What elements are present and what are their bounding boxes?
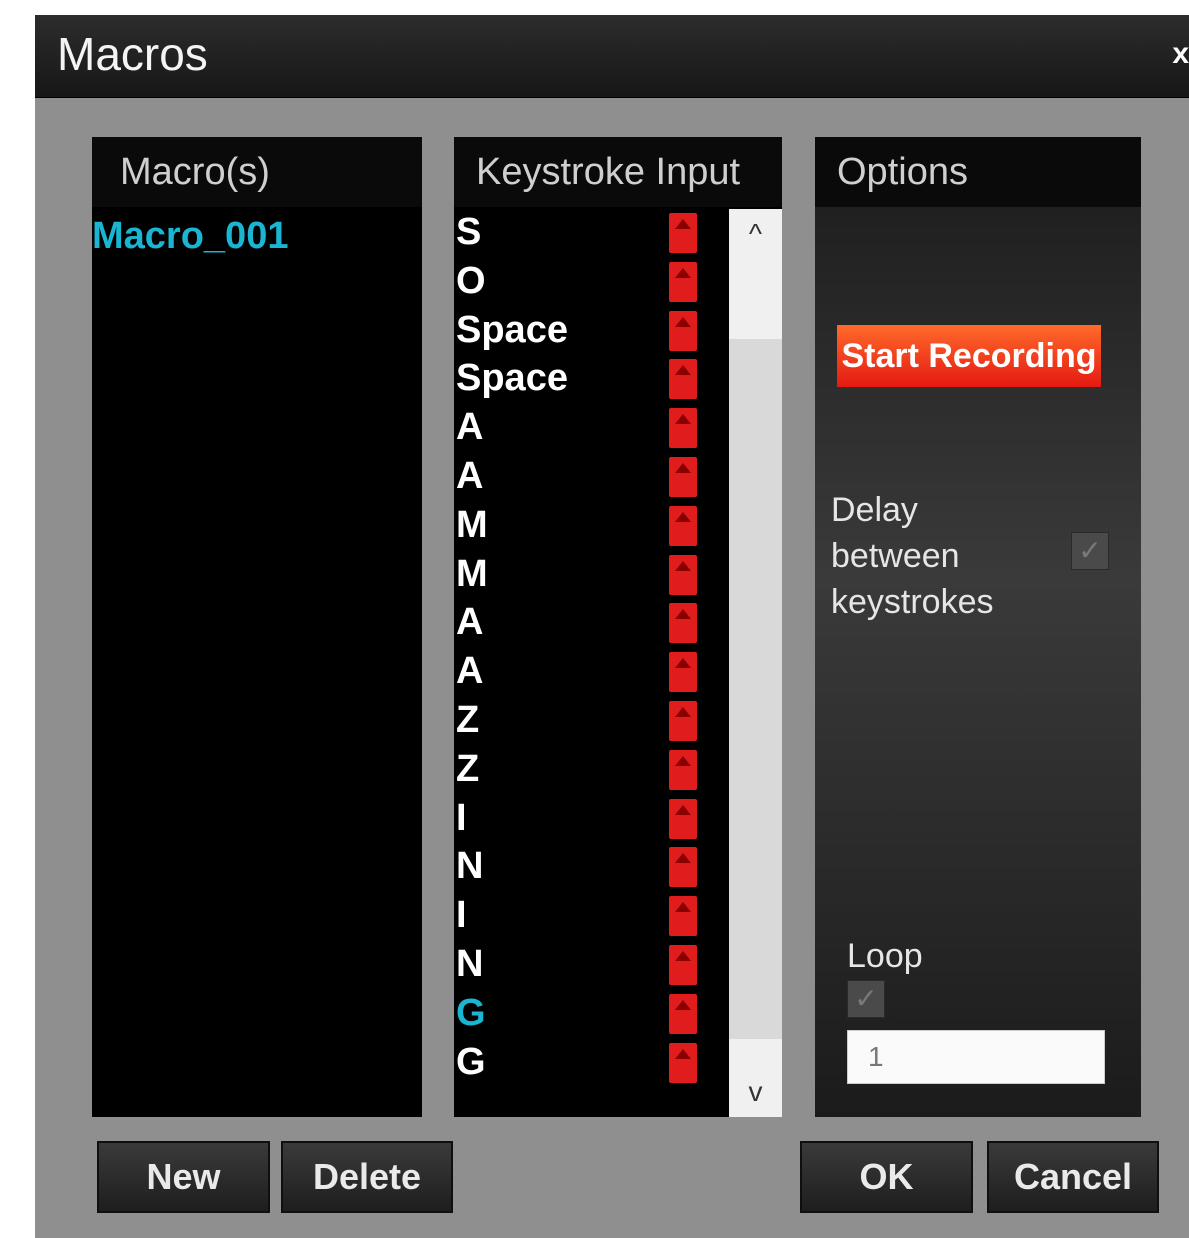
- macros-panel: Macro(s) Macro_001: [92, 137, 422, 1117]
- keystroke-label: I: [456, 894, 467, 937]
- loop-checkbox[interactable]: ✓: [847, 980, 885, 1018]
- check-icon: ✓: [1078, 535, 1102, 566]
- keystroke-label: S: [456, 211, 482, 253]
- keystroke-label: Z: [456, 698, 480, 741]
- keystroke-row[interactable]: Z: [454, 697, 729, 746]
- ok-button[interactable]: OK: [800, 1141, 973, 1213]
- keystroke-row[interactable]: G: [454, 990, 729, 1039]
- delete-button[interactable]: Delete: [281, 1141, 453, 1213]
- key-up-arrow-icon[interactable]: [669, 944, 697, 985]
- keystroke-row[interactable]: I: [454, 795, 729, 844]
- scroll-thumb[interactable]: [729, 339, 782, 1039]
- key-up-arrow-icon[interactable]: [669, 213, 697, 253]
- keystroke-label: Space: [456, 308, 568, 351]
- keystroke-label: M: [456, 503, 488, 546]
- keystroke-header: Keystroke Input: [454, 137, 782, 207]
- macro-list-item[interactable]: Macro_001: [92, 215, 288, 258]
- keystroke-row[interactable]: N: [454, 843, 729, 892]
- keystroke-label: I: [456, 796, 467, 839]
- keystroke-panel: Keystroke Input S O Space Space A A M M A A Z Z I N I N…: [454, 137, 782, 1117]
- keystroke-label: A: [456, 601, 484, 644]
- keystroke-list: S O Space Space A A M M A A Z Z I N I N G G: [454, 209, 729, 1087]
- delay-checkbox[interactable]: ✓: [1071, 532, 1109, 570]
- keystroke-row[interactable]: I: [454, 892, 729, 941]
- new-button[interactable]: New: [97, 1141, 270, 1213]
- keystroke-row[interactable]: Z: [454, 746, 729, 795]
- options-panel: Options Start Recording Delay between ke…: [815, 137, 1141, 1117]
- keystroke-label: Space: [456, 357, 568, 400]
- key-up-arrow-icon[interactable]: [669, 554, 697, 595]
- macros-dialog: Macros x Macro(s) Macro_001 Keystroke In…: [35, 15, 1189, 1238]
- key-up-arrow-icon[interactable]: [669, 1042, 697, 1083]
- key-up-arrow-icon[interactable]: [669, 261, 697, 302]
- close-icon[interactable]: x: [1172, 37, 1189, 71]
- key-up-arrow-icon[interactable]: [669, 603, 697, 644]
- key-up-arrow-icon[interactable]: [669, 456, 697, 497]
- window-title: Macros: [57, 28, 208, 80]
- key-up-arrow-icon[interactable]: [669, 993, 697, 1034]
- key-up-arrow-icon[interactable]: [669, 798, 697, 839]
- key-up-arrow-icon[interactable]: [669, 310, 697, 351]
- options-header: Options: [815, 137, 1141, 207]
- key-up-arrow-icon[interactable]: [669, 652, 697, 693]
- cancel-button[interactable]: Cancel: [987, 1141, 1159, 1213]
- keystroke-row[interactable]: S: [454, 209, 729, 258]
- keystroke-label: A: [456, 650, 484, 693]
- keystroke-row[interactable]: A: [454, 404, 729, 453]
- keystroke-row[interactable]: M: [454, 551, 729, 600]
- check-icon: ✓: [854, 983, 878, 1014]
- key-up-arrow-icon[interactable]: [669, 408, 697, 449]
- delay-label: Delay between keystrokes: [831, 491, 994, 621]
- keystroke-scrollbar[interactable]: ^ v: [729, 209, 782, 1117]
- title-bar[interactable]: Macros x: [35, 15, 1189, 98]
- loop-count-input[interactable]: [847, 1030, 1105, 1084]
- keystroke-row[interactable]: O: [454, 258, 729, 307]
- scroll-down-icon[interactable]: v: [729, 1067, 782, 1117]
- keystroke-label: N: [456, 942, 484, 985]
- keystroke-row[interactable]: M: [454, 502, 729, 551]
- keystroke-label: O: [456, 259, 486, 302]
- start-recording-button[interactable]: Start Recording: [837, 325, 1101, 387]
- keystroke-label: Z: [456, 747, 480, 790]
- keystroke-row[interactable]: A: [454, 599, 729, 648]
- keystroke-row[interactable]: A: [454, 648, 729, 697]
- keystroke-row[interactable]: G: [454, 1039, 729, 1088]
- keystroke-row[interactable]: N: [454, 941, 729, 990]
- keystroke-row[interactable]: Space: [454, 307, 729, 356]
- scroll-up-icon[interactable]: ^: [729, 209, 782, 259]
- key-up-arrow-icon[interactable]: [669, 896, 697, 937]
- macros-header: Macro(s): [92, 137, 422, 207]
- keystroke-label: G: [456, 991, 486, 1034]
- loop-label: Loop: [847, 937, 923, 975]
- key-up-arrow-icon[interactable]: [669, 700, 697, 741]
- keystroke-label: N: [456, 845, 484, 888]
- keystroke-row[interactable]: Space: [454, 355, 729, 404]
- keystroke-label: M: [456, 552, 488, 595]
- key-up-arrow-icon[interactable]: [669, 359, 697, 400]
- keystroke-label: A: [456, 454, 484, 497]
- keystroke-label: G: [456, 1040, 486, 1083]
- key-up-arrow-icon[interactable]: [669, 749, 697, 790]
- keystroke-label: A: [456, 406, 484, 449]
- key-up-arrow-icon[interactable]: [669, 847, 697, 888]
- keystroke-row[interactable]: A: [454, 453, 729, 502]
- key-up-arrow-icon[interactable]: [669, 505, 697, 546]
